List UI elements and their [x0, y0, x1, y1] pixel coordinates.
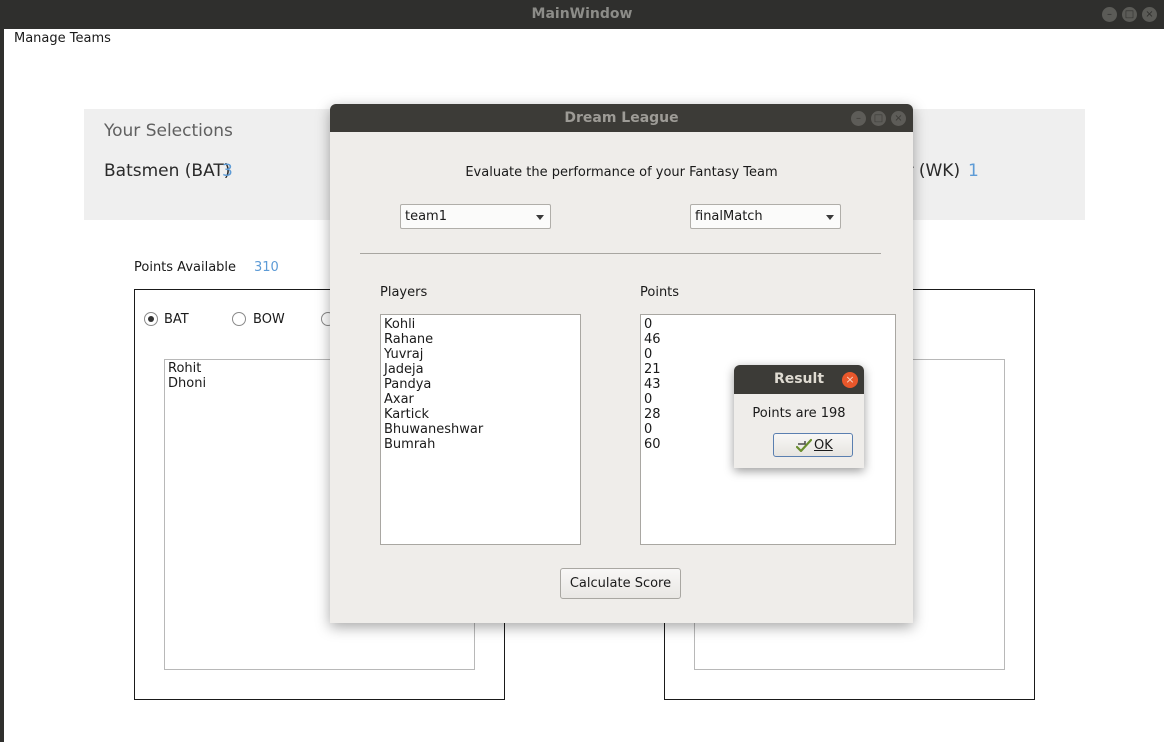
list-item[interactable]: 0	[644, 347, 892, 362]
dialog-title: Dream League	[564, 110, 679, 126]
checkmark-arrow-icon	[796, 438, 812, 452]
menubar: Manage Teams	[4, 29, 1164, 51]
wicketkeeper-count: 1	[968, 161, 979, 181]
list-item[interactable]: Pandya	[384, 377, 577, 392]
radio-bow[interactable]	[232, 312, 246, 326]
list-item[interactable]: Jadeja	[384, 362, 577, 377]
list-item[interactable]: Yuvraj	[384, 347, 577, 362]
batsmen-count: 3	[222, 161, 233, 181]
result-dialog: Result × Points are 198 OK	[734, 365, 864, 468]
list-item[interactable]: Bumrah	[384, 437, 577, 452]
team-select[interactable]: team1	[400, 204, 551, 229]
minimize-icon[interactable]: –	[1102, 7, 1117, 22]
dialog-minimize-icon[interactable]: –	[851, 111, 866, 126]
match-select-value: finalMatch	[695, 209, 763, 224]
separator	[360, 253, 881, 254]
radio-bat-label[interactable]: BAT	[164, 312, 189, 327]
menu-manage-teams[interactable]: Manage Teams	[14, 31, 111, 46]
result-titlebar[interactable]: Result ×	[734, 365, 864, 394]
main-window-title: MainWindow	[531, 6, 633, 22]
dialog-maximize-icon[interactable]: □	[871, 111, 886, 126]
points-label: Points	[640, 285, 680, 300]
result-message: Points are 198	[752, 406, 846, 421]
calculate-score-button[interactable]: Calculate Score	[560, 568, 681, 599]
points-available-label: Points Available	[134, 260, 237, 275]
main-titlebar[interactable]: MainWindow – □ ×	[0, 0, 1164, 29]
chevron-down-icon	[536, 215, 544, 220]
list-item[interactable]: Kartick	[384, 407, 577, 422]
ok-button[interactable]: OK	[773, 433, 853, 457]
radio-bat[interactable]	[144, 312, 158, 326]
team-select-value: team1	[405, 209, 447, 224]
ok-button-label: OK	[814, 438, 833, 453]
players-list[interactable]: Kohli Rahane Yuvraj Jadeja Pandya Axar K…	[380, 314, 581, 545]
maximize-icon[interactable]: □	[1122, 7, 1137, 22]
points-available-value: 310	[254, 260, 279, 275]
close-icon[interactable]: ×	[842, 372, 858, 388]
dialog-titlebar[interactable]: Dream League – □ ×	[330, 104, 913, 132]
list-item[interactable]: Axar	[384, 392, 577, 407]
batsmen-label: Batsmen (BAT)	[104, 161, 231, 181]
dialog-heading: Evaluate the performance of your Fantasy…	[465, 165, 778, 180]
players-label: Players	[380, 285, 428, 300]
match-select[interactable]: finalMatch	[690, 204, 841, 229]
list-item[interactable]: Rahane	[384, 332, 577, 347]
selections-title: Your Selections	[104, 121, 233, 141]
dream-league-dialog: Dream League – □ × Evaluate the performa…	[330, 104, 913, 623]
dialog-close-icon[interactable]: ×	[891, 111, 906, 126]
close-icon[interactable]: ×	[1142, 7, 1157, 22]
list-item[interactable]: Kohli	[384, 317, 577, 332]
window-edge	[0, 0, 4, 742]
list-item[interactable]: 46	[644, 332, 892, 347]
radio-bow-label[interactable]: BOW	[253, 312, 285, 327]
list-item[interactable]: Bhuwaneshwar	[384, 422, 577, 437]
list-item[interactable]: 0	[644, 317, 892, 332]
chevron-down-icon	[826, 215, 834, 220]
desktop: MainWindow – □ × Manage Teams Your Selec…	[0, 0, 1164, 742]
